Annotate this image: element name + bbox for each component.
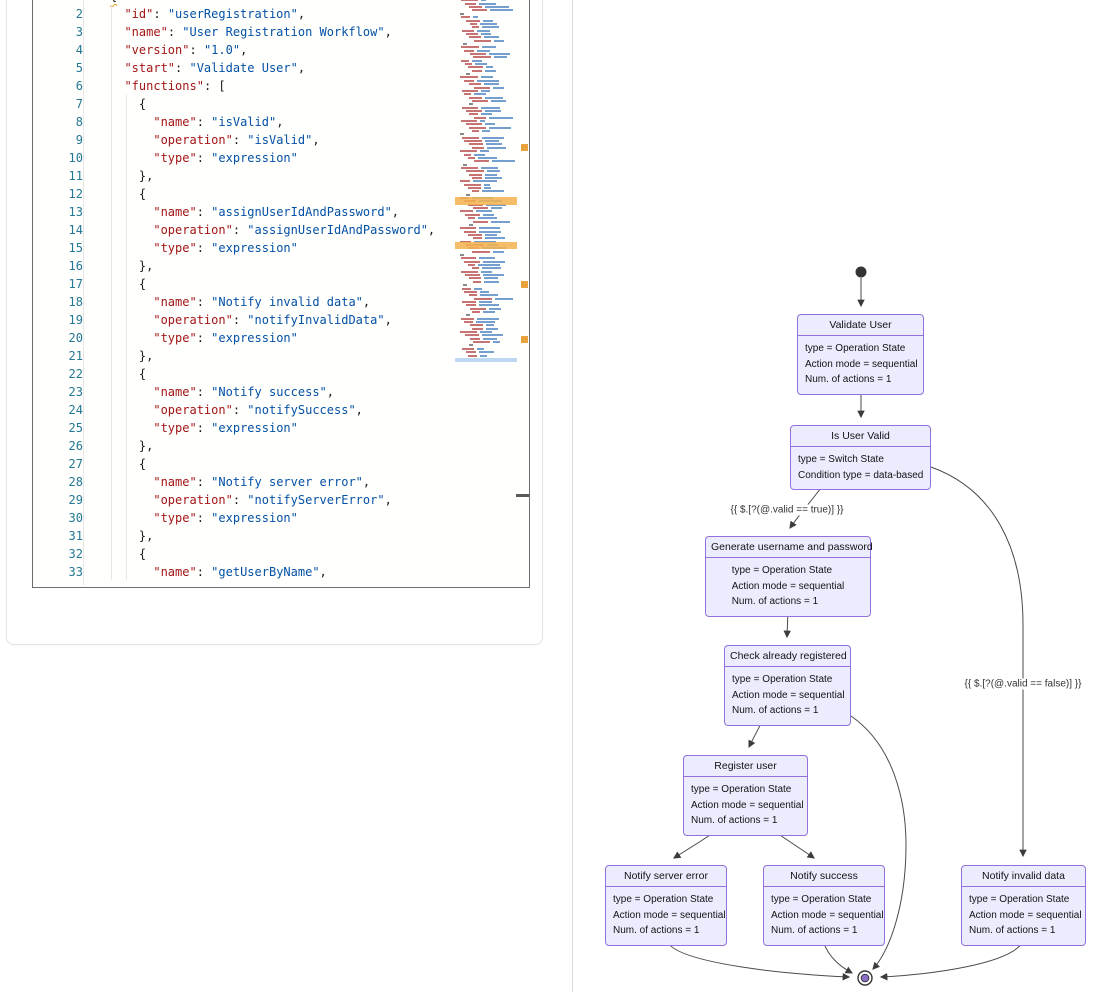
diagram-node-is-user-valid: Is User Valid type = Switch State Condit…	[790, 425, 931, 490]
node-attr: Action mode = sequential	[732, 688, 845, 704]
node-title: Check already registered	[725, 646, 850, 667]
diagram-node-notify-invalid-data: Notify invalid data type = Operation Sta…	[961, 865, 1086, 946]
node-attr: Num. of actions = 1	[805, 372, 918, 388]
diagram-node-validate-user: Validate User type = Operation State Act…	[797, 314, 924, 395]
node-attr: Num. of actions = 1	[732, 594, 845, 610]
node-attr: type = Operation State	[732, 672, 845, 688]
end-node-inner	[861, 974, 869, 982]
edge-notify-success-to-end	[823, 941, 852, 973]
node-title: Notify invalid data	[962, 866, 1085, 887]
node-attr: Action mode = sequential	[969, 908, 1082, 924]
node-title: Validate User	[798, 315, 923, 336]
node-attr: Num. of actions = 1	[613, 923, 726, 939]
node-attr: Num. of actions = 1	[969, 923, 1082, 939]
node-body: type = Operation State Action mode = seq…	[684, 777, 811, 835]
node-body: type = Operation State Action mode = seq…	[962, 887, 1089, 945]
node-attr: Condition type = data-based	[798, 468, 923, 484]
node-attr: type = Operation State	[613, 892, 726, 908]
node-attr: Num. of actions = 1	[691, 813, 804, 829]
diagram-node-notify-success: Notify success type = Operation State Ac…	[763, 865, 885, 946]
node-attr: Action mode = sequential	[771, 908, 884, 924]
node-title: Notify server error	[606, 866, 726, 887]
node-title: Notify success	[764, 866, 884, 887]
node-attr: Action mode = sequential	[613, 908, 726, 924]
node-attr: Action mode = sequential	[732, 579, 845, 595]
diagram-node-notify-server-error: Notify server error type = Operation Sta…	[605, 865, 727, 946]
node-attr: type = Operation State	[805, 341, 918, 357]
diagram-node-register-user: Register user type = Operation State Act…	[683, 755, 808, 836]
edge-notify-server-error-to-end	[667, 941, 849, 977]
node-body: type = Operation State Action mode = seq…	[606, 887, 733, 945]
workflow-diagram-edges	[0, 0, 1115, 992]
node-body: type = Operation State Action mode = seq…	[725, 558, 852, 616]
node-body: type = Switch State Condition type = dat…	[791, 447, 930, 489]
diagram-node-check-already-registered: Check already registered type = Operatio…	[724, 645, 851, 726]
node-attr: type = Operation State	[969, 892, 1082, 908]
start-node	[856, 267, 866, 277]
node-title: Register user	[684, 756, 807, 777]
node-attr: type = Operation State	[732, 563, 845, 579]
node-attr: Num. of actions = 1	[771, 923, 884, 939]
edge-is-user-valid-to-notify-invalid-data	[931, 467, 1023, 856]
node-body: type = Operation State Action mode = seq…	[798, 336, 925, 394]
node-attr: type = Switch State	[798, 452, 923, 468]
node-attr: Action mode = sequential	[691, 798, 804, 814]
node-title: Is User Valid	[791, 426, 930, 447]
node-body: type = Operation State Action mode = seq…	[764, 887, 891, 945]
edge-notify-invalid-data-to-end	[881, 941, 1023, 977]
node-title: Generate username and password	[706, 537, 870, 558]
node-attr: type = Operation State	[771, 892, 884, 908]
node-attr: type = Operation State	[691, 782, 804, 798]
node-attr: Num. of actions = 1	[732, 703, 845, 719]
edge-label-valid-true: {{ $.[?(@.valid == true)] }}	[729, 505, 846, 516]
diagram-node-generate-username-password: Generate username and password type = Op…	[705, 536, 871, 617]
edge-label-valid-false: {{ $.[?(@.valid == false)] }}	[963, 679, 1084, 690]
node-attr: Action mode = sequential	[805, 357, 918, 373]
node-body: type = Operation State Action mode = seq…	[725, 667, 852, 725]
